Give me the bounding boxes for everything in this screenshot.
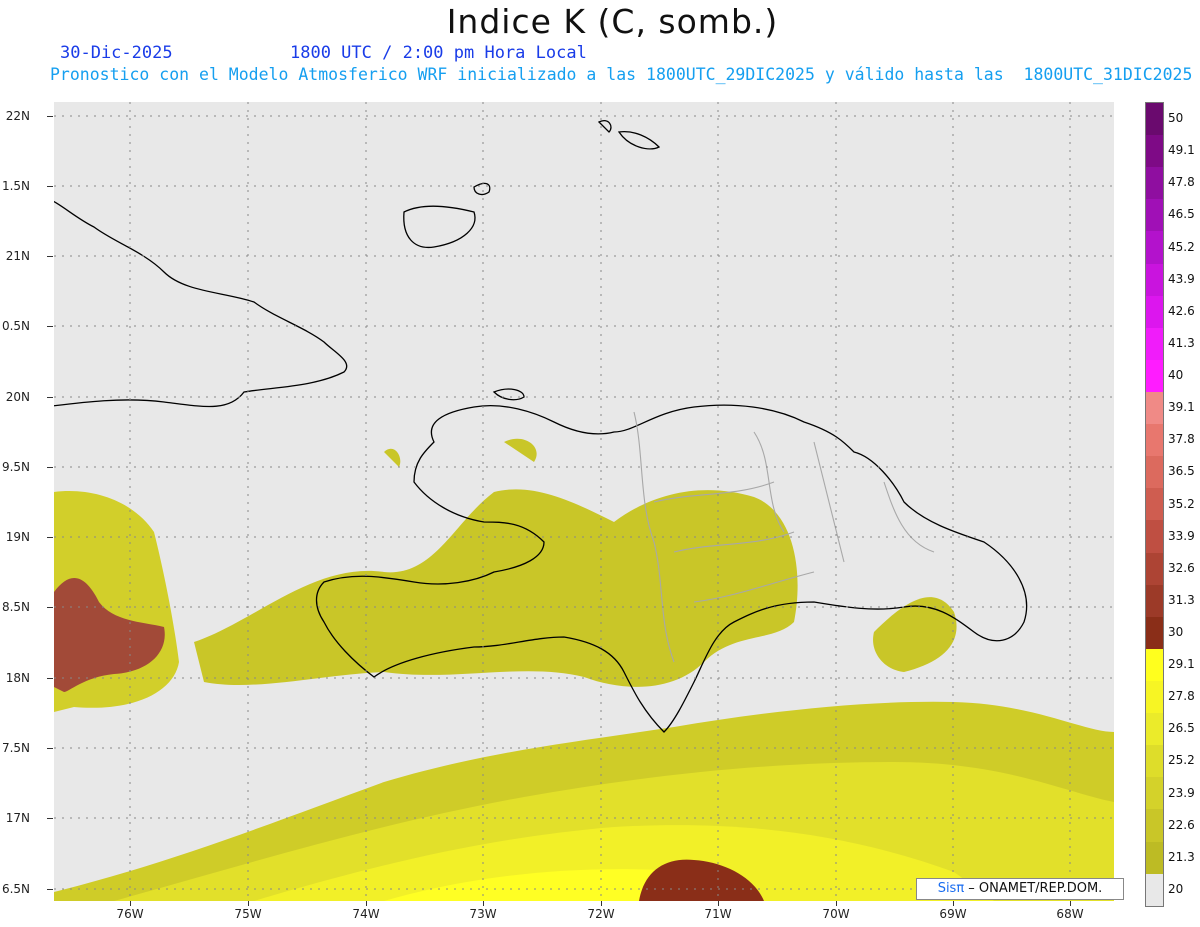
lat-label: 7.5N — [1, 741, 30, 755]
colorbar-label: 43.9 — [1168, 271, 1195, 286]
lon-label: 76W — [116, 907, 144, 921]
colorbar-swatch — [1146, 167, 1163, 200]
colorbar-swatch — [1146, 616, 1163, 649]
colorbar-swatch — [1146, 327, 1163, 360]
colorbar-label: 33.9 — [1168, 528, 1195, 543]
colorbar-swatch — [1146, 745, 1163, 778]
page-title: Indice K (C, somb.) — [446, 2, 779, 41]
lat-label: 8.5N — [1, 600, 30, 614]
colorbar-label: 23.9 — [1168, 785, 1195, 800]
colorbar-label: 21.3 — [1168, 849, 1195, 864]
colorbar-swatch — [1146, 841, 1163, 874]
colorbar-label: 49.1 — [1168, 143, 1195, 158]
credit-org: – ONAMET/REP.DOM. — [964, 881, 1103, 896]
lat-label: 18N — [5, 671, 30, 685]
lat-label: 17N — [5, 811, 30, 825]
lon-label: 68W — [1056, 907, 1084, 921]
lon-label: 75W — [234, 907, 262, 921]
colorbar-label: 32.6 — [1168, 560, 1195, 575]
forecast-date: 30-Dic-2025 — [60, 43, 173, 63]
lon-label: 73W — [469, 907, 497, 921]
colorbar-swatch — [1146, 103, 1163, 136]
lat-label: 22N — [5, 109, 30, 123]
colorbar-swatch — [1146, 680, 1163, 714]
colorbar-label: 36.5 — [1168, 464, 1195, 479]
k-index-map — [54, 102, 1114, 901]
colorbar-swatch — [1146, 391, 1163, 425]
credit-brand: Sisπ — [937, 881, 965, 896]
lon-label: 72W — [587, 907, 615, 921]
colorbar-swatch — [1146, 263, 1163, 296]
colorbar-label: 40 — [1168, 368, 1184, 383]
lat-label: 1.5N — [1, 179, 30, 193]
lat-label: 6.5N — [1, 882, 30, 896]
lon-label: 71W — [704, 907, 732, 921]
lat-label: 9.5N — [1, 460, 30, 474]
colorbar-swatch — [1146, 809, 1163, 842]
lon-label: 70W — [822, 907, 850, 921]
colorbar-swatch — [1146, 648, 1163, 681]
lat-label: 19N — [5, 530, 30, 544]
colorbar-label: 45.2 — [1168, 239, 1195, 254]
lat-label: 21N — [5, 249, 30, 263]
colorbar-label: 20 — [1168, 881, 1184, 896]
colorbar-swatch — [1146, 135, 1163, 168]
colorbar-label: 25.2 — [1168, 753, 1195, 768]
lon-label: 74W — [352, 907, 380, 921]
colorbar-swatch — [1146, 231, 1163, 264]
colorbar-label: 50 — [1168, 111, 1184, 126]
colorbar-swatch — [1146, 199, 1163, 232]
colorbar-swatch — [1146, 359, 1163, 392]
colorbar — [1145, 102, 1164, 907]
colorbar-swatch — [1146, 552, 1163, 585]
colorbar-swatch — [1146, 713, 1163, 746]
lat-label: 0.5N — [1, 319, 30, 333]
lat-label: 20N — [5, 390, 30, 404]
forecast-time: 1800 UTC / 2:00 pm Hora Local — [290, 43, 587, 63]
colorbar-label: 46.5 — [1168, 207, 1195, 222]
colorbar-label: 29.1 — [1168, 657, 1195, 672]
colorbar-swatch — [1146, 520, 1163, 553]
colorbar-label: 41.3 — [1168, 335, 1195, 350]
colorbar-swatch — [1146, 873, 1163, 906]
colorbar-label: 27.8 — [1168, 689, 1195, 704]
colorbar-label: 22.6 — [1168, 817, 1195, 832]
colorbar-label: 47.8 — [1168, 175, 1195, 190]
colorbar-swatch — [1146, 488, 1163, 521]
colorbar-label: 31.3 — [1168, 592, 1195, 607]
lon-label: 69W — [939, 907, 967, 921]
colorbar-label: 42.6 — [1168, 303, 1195, 318]
colorbar-swatch — [1146, 777, 1163, 810]
colorbar-label: 39.1 — [1168, 400, 1195, 415]
forecast-description: Pronostico con el Modelo Atmosferico WRF… — [50, 65, 1193, 84]
colorbar-swatch — [1146, 424, 1163, 457]
colorbar-label: 30 — [1168, 624, 1184, 639]
credit-box: Sisπ – ONAMET/REP.DOM. — [916, 878, 1124, 900]
colorbar-label: 26.5 — [1168, 721, 1195, 736]
colorbar-label: 35.2 — [1168, 496, 1195, 511]
colorbar-label: 37.8 — [1168, 432, 1195, 447]
colorbar-swatch — [1146, 584, 1163, 617]
colorbar-swatch — [1146, 295, 1163, 328]
colorbar-swatch — [1146, 456, 1163, 489]
